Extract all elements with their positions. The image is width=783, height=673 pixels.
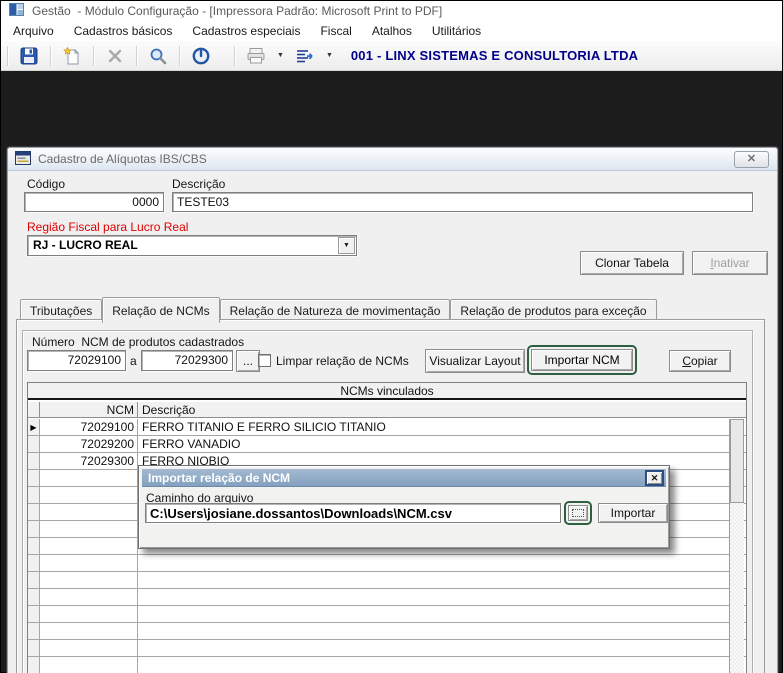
close-window-button[interactable]: ✕ [734,151,769,168]
menu-item-0[interactable]: Arquivo [3,22,64,40]
print-dropdown-icon[interactable]: ▼ [277,52,284,59]
menu-item-1[interactable]: Cadastros básicos [64,22,183,40]
clonar-tabela-button[interactable]: Clonar Tabela [580,251,684,275]
dialog-browse-focus-ring [564,501,592,525]
app-icon [9,3,24,19]
toolbar-separator [7,45,8,66]
descricao-label: Descrição [172,177,226,191]
toolbar: ▼ ▼ 001 - LINX SISTEMAS E CONSULTORIA LT… [1,41,782,71]
tab-1[interactable]: Relação de NCMs [102,297,220,323]
search-icon[interactable] [145,44,171,68]
toolbar-separator [179,45,180,66]
dialog-browse-button[interactable] [568,505,588,521]
company-label: 001 - LINX SISTEMAS E CONSULTORIA LTDA [350,48,639,63]
caminho-field[interactable]: C:\Users\josiane.dossantos\Downloads\NCM… [145,503,561,523]
exit-icon[interactable] [188,44,214,68]
menu-item-3[interactable]: Fiscal [310,22,361,40]
codigo-field[interactable]: 0000 [24,192,164,212]
dialog-importar-button[interactable]: Importar [598,503,668,523]
form-icon [15,150,31,168]
delete-icon[interactable] [102,44,128,68]
importar-relacao-dialog: Importar relação de NCM ✕ Caminho do arq… [138,465,670,549]
tab-0[interactable]: Tributações [20,299,103,321]
inativar-button[interactable]: Inativar [692,251,768,275]
tab-3[interactable]: Relação de produtos para exceção [450,299,657,321]
print-icon[interactable] [243,44,269,68]
regiao-fiscal-value: RJ - LUCRO REAL [33,238,138,252]
toolbar-separator [50,45,51,66]
focus-rect [572,509,584,517]
child-titlebar: Cadastro de Alíquotas IBS/CBS [8,148,777,171]
child-window-title: Cadastro de Alíquotas IBS/CBS [38,152,207,166]
mdi-area: Cadastro de Alíquotas IBS/CBS ✕ Código D… [1,71,782,673]
dialog-title: Importar relação de NCM [148,471,291,485]
menu-item-4[interactable]: Atalhos [362,22,422,40]
export-icon[interactable] [292,44,318,68]
application-window: Gestão - Módulo Configuração - [Impresso… [0,0,783,673]
codigo-label: Código [27,177,66,191]
tab-strip: Tributações Relação de NCMs Relação de Nat… [20,295,657,323]
new-record-icon[interactable] [59,44,85,68]
app-title: Gestão - Módulo Configuração - [Impresso… [32,4,443,18]
dialog-titlebar[interactable]: Importar relação de NCM ✕ [142,469,666,487]
cadastro-aliquotas-window: Cadastro de Alíquotas IBS/CBS ✕ Código D… [7,147,778,673]
save-icon[interactable] [16,44,42,68]
toolbar-separator [136,45,137,66]
regiao-fiscal-select[interactable]: RJ - LUCRO REAL ▼ [27,235,357,256]
chevron-down-icon[interactable]: ▼ [338,237,355,254]
descricao-field[interactable]: TESTE03 [172,192,753,212]
menu-item-5[interactable]: Utilitários [422,22,491,40]
menu-bar: Arquivo Cadastros básicos Cadastros especi… [1,21,782,41]
regiao-fiscal-label: Região Fiscal para Lucro Real [27,220,189,234]
dialog-close-button[interactable]: ✕ [645,470,664,486]
toolbar-separator [93,45,94,66]
app-titlebar: Gestão - Módulo Configuração - [Impresso… [1,1,782,21]
menu-item-2[interactable]: Cadastros especiais [182,22,310,40]
tab-2[interactable]: Relação de Natureza de movimentação [219,299,451,321]
export-dropdown-icon[interactable]: ▼ [326,52,333,59]
toolbar-separator [234,45,235,66]
